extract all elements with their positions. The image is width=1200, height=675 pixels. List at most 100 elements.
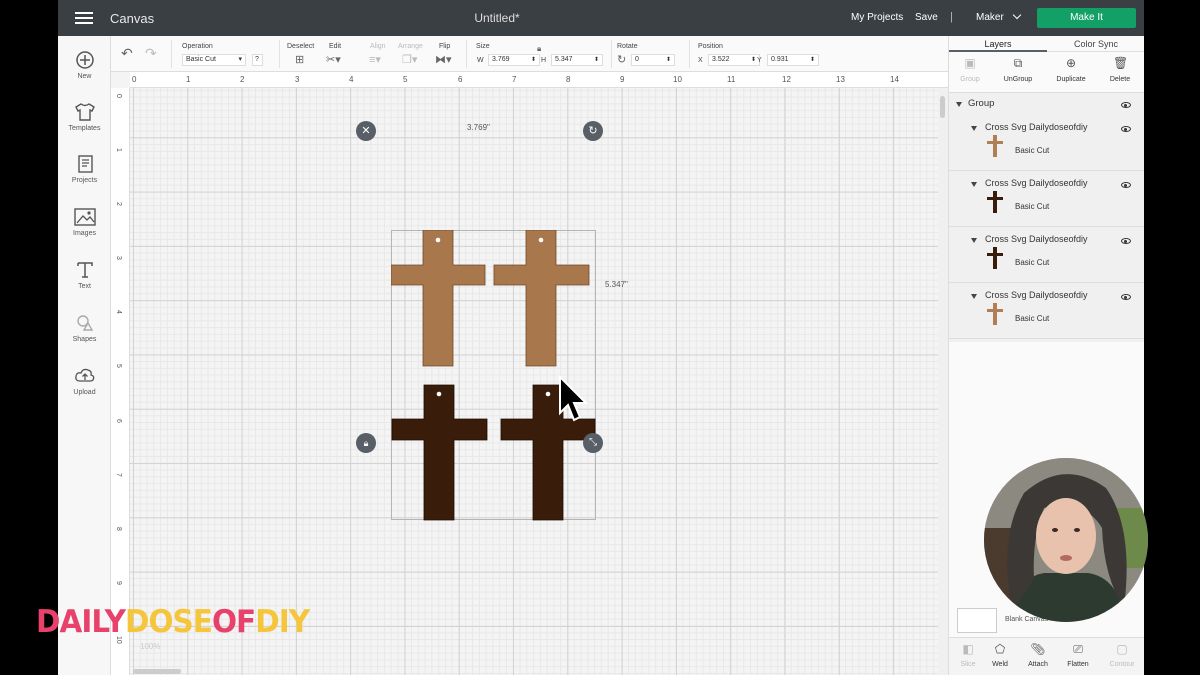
collapse-triangle-icon[interactable]: [971, 238, 977, 243]
flip-label: Flip: [439, 43, 451, 50]
save-button[interactable]: Save: [915, 12, 938, 23]
layer-item[interactable]: Cross Svg Dailydoseofdiy Basic Cut: [949, 115, 1144, 171]
tool-new[interactable]: New: [58, 50, 111, 80]
flatten-button[interactable]: ⎚ Flatten: [1059, 642, 1097, 668]
size-label: Size: [476, 43, 490, 50]
document-title[interactable]: Untitled*: [58, 11, 936, 25]
zoom-level[interactable]: 100%: [140, 642, 160, 651]
ruler-number: 1: [115, 148, 122, 152]
operation-help-button[interactable]: ?: [252, 54, 263, 66]
action-label: Flatten: [1067, 661, 1089, 668]
cross-light-2[interactable]: [493, 230, 590, 367]
x-input[interactable]: 3.522 ⬍: [708, 54, 760, 66]
logo-part: DOSE: [124, 604, 213, 640]
duplicate-button[interactable]: ⊕ Duplicate: [1047, 56, 1095, 83]
collapse-triangle-icon[interactable]: [956, 102, 962, 107]
ruler-number: 13: [836, 75, 845, 84]
image-icon: [73, 208, 96, 226]
scrollbar-thumb[interactable]: [940, 96, 945, 118]
layer-item[interactable]: Cross Svg Dailydoseofdiy Basic Cut: [949, 171, 1144, 227]
text-icon: [76, 262, 93, 278]
ruler-number: 14: [890, 75, 899, 84]
height-input[interactable]: 5.347 ⬍: [551, 54, 603, 66]
my-projects-link[interactable]: My Projects: [851, 12, 903, 23]
ruler-number: 9: [620, 75, 625, 84]
flip-icon[interactable]: ⧓▾: [435, 54, 452, 66]
rotate-input[interactable]: 0 ⬍: [631, 54, 675, 66]
group-button[interactable]: ▣ Group: [946, 56, 994, 83]
contour-button[interactable]: ▢ Contour: [1103, 642, 1141, 668]
width-dimension-label: 3.769": [467, 123, 490, 132]
eye-icon[interactable]: [1121, 102, 1131, 108]
make-it-button[interactable]: Make It: [1037, 8, 1136, 28]
eye-icon[interactable]: [1121, 238, 1131, 244]
trash-icon: 🗑︎: [1113, 56, 1129, 70]
design-canvas[interactable]: 3.769" 5.347" ✕ ↻ 🔒︎ ⤡: [130, 88, 938, 675]
cross-light-1[interactable]: [391, 230, 486, 367]
layer-name: Cross Svg Dailydoseofdiy: [985, 290, 1088, 300]
arrange-icon[interactable]: ❐▾: [402, 54, 417, 66]
deselect-icon[interactable]: ⊞: [295, 54, 304, 66]
width-prefix: W: [477, 57, 484, 64]
y-value: 0.931: [771, 56, 789, 63]
y-input[interactable]: 0.931 ⬍: [767, 54, 819, 66]
stepper-icon[interactable]: ⬍: [810, 55, 815, 65]
width-input[interactable]: 3.769 ⬍: [488, 54, 540, 66]
collapse-triangle-icon[interactable]: [971, 182, 977, 187]
horizontal-ruler: 0 1 2 3 4 5 6 7 8 9 10 11 12 13 14: [130, 72, 948, 88]
redo-icon[interactable]: ↷: [145, 46, 157, 60]
layer-item[interactable]: Cross Svg Dailydoseofdiy Basic Cut: [949, 227, 1144, 283]
tool-upload[interactable]: Upload: [58, 366, 111, 396]
collapse-triangle-icon[interactable]: [971, 126, 977, 131]
weld-button[interactable]: ⬠ Weld: [981, 642, 1019, 668]
tool-projects[interactable]: Projects: [58, 154, 111, 184]
position-label: Position: [698, 43, 723, 50]
stepper-icon[interactable]: ⬍: [666, 55, 671, 65]
duplicate-icon: ⊕: [1065, 56, 1077, 70]
tool-text[interactable]: Text: [58, 260, 111, 290]
ungroup-button[interactable]: ⧉ UnGroup: [994, 56, 1042, 83]
cross-dark-1[interactable]: [391, 384, 488, 521]
collapse-triangle-icon[interactable]: [971, 294, 977, 299]
eye-icon[interactable]: [1121, 126, 1131, 132]
delete-button[interactable]: 🗑︎ Delete: [1096, 56, 1144, 83]
ruler-number: 7: [512, 75, 517, 84]
action-label: UnGroup: [1003, 76, 1033, 83]
tool-shapes[interactable]: Shapes: [58, 313, 111, 343]
ruler-number: 6: [458, 75, 463, 84]
undo-icon[interactable]: ↶: [121, 46, 133, 60]
paperclip-icon: 📎︎: [1030, 642, 1046, 656]
rotate-handle-icon[interactable]: ↻: [583, 121, 603, 141]
resize-handle-icon[interactable]: ⤡: [583, 433, 603, 453]
scissors-edit-icon[interactable]: ✂▾: [326, 54, 341, 66]
align-icon[interactable]: ≡▾: [369, 54, 381, 66]
tool-templates[interactable]: Templates: [58, 102, 111, 132]
layers-list: Group Cross Svg Dailydoseofdiy Basic Cut…: [949, 92, 1144, 342]
stepper-icon[interactable]: ⬍: [594, 55, 599, 65]
scrollbar-thumb[interactable]: [133, 669, 181, 674]
ruler-number: 1: [186, 75, 191, 84]
tab-color-sync[interactable]: Color Sync: [1047, 39, 1144, 49]
stepper-icon[interactable]: ⬍: [751, 55, 756, 65]
operation-label: Operation: [182, 43, 213, 50]
eye-icon[interactable]: [1121, 294, 1131, 300]
horizontal-scrollbar[interactable]: [130, 668, 938, 675]
eye-icon[interactable]: [1121, 182, 1131, 188]
tool-images[interactable]: Images: [58, 207, 111, 237]
divider: [611, 40, 612, 68]
group-row[interactable]: Group: [949, 93, 1144, 115]
tab-layers[interactable]: Layers: [949, 39, 1047, 49]
plus-circle-icon: [75, 51, 94, 69]
blank-canvas-swatch[interactable]: [957, 608, 997, 633]
stepper-icon[interactable]: ⬍: [531, 55, 536, 65]
divider: [466, 40, 467, 68]
delete-handle-icon[interactable]: ✕: [356, 121, 376, 141]
y-prefix: Y: [757, 57, 762, 64]
operation-select[interactable]: Basic Cut ▾: [182, 54, 246, 66]
machine-selector[interactable]: Maker: [976, 10, 1022, 23]
vertical-scrollbar[interactable]: [938, 88, 948, 675]
lock-handle-icon[interactable]: 🔒︎: [356, 433, 376, 453]
divider: [171, 40, 172, 68]
layer-item[interactable]: Cross Svg Dailydoseofdiy Basic Cut: [949, 283, 1144, 339]
attach-button[interactable]: 📎︎ Attach: [1019, 642, 1057, 668]
